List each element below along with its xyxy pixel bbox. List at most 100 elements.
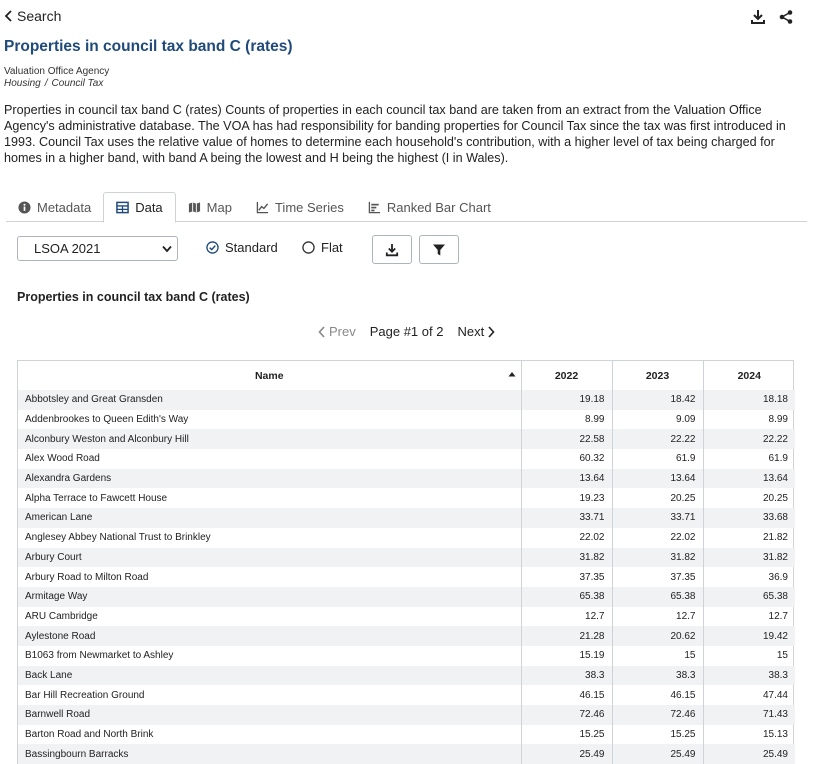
- filter-icon: [433, 244, 445, 255]
- cell-name[interactable]: Barton Road and North Brink: [18, 725, 521, 745]
- breadcrumb-item-housing[interactable]: Housing: [4, 78, 41, 89]
- cell-value: 25.49: [702, 744, 795, 764]
- publisher-name: Valuation Office Agency: [4, 66, 110, 77]
- cell-name[interactable]: Anglesey Abbey National Trust to Brinkle…: [18, 528, 521, 548]
- tab-label: Metadata: [37, 199, 92, 215]
- table-row: Arbury Court 31.82 31.82 31.82: [18, 547, 795, 568]
- cell-value: 22.22: [611, 429, 703, 450]
- column-header-2023[interactable]: 2023: [611, 361, 703, 390]
- column-header-label: Name: [254, 369, 284, 382]
- cell-name[interactable]: Bar Hill Recreation Ground: [18, 685, 521, 705]
- data-controls: LSOA 2021 Standard Flat: [17, 235, 797, 264]
- cell-value: 33.71: [520, 508, 612, 528]
- cell-name[interactable]: Barnwell Road: [18, 705, 521, 725]
- cell-name[interactable]: Addenbrookes to Queen Edith's Way: [18, 410, 521, 430]
- cell-value: 31.82: [611, 547, 703, 568]
- share-icon[interactable]: [778, 9, 794, 25]
- cell-name[interactable]: Armitage Way: [18, 586, 521, 607]
- cell-value: 22.22: [702, 429, 795, 450]
- cell-value: 13.64: [520, 468, 612, 489]
- cell-name[interactable]: Abbotsley and Great Gransden: [18, 390, 521, 410]
- download-icon[interactable]: [750, 9, 766, 25]
- cell-value: 15: [702, 645, 795, 666]
- cell-value: 21.82: [702, 527, 795, 548]
- dataset-description: Properties in council tax band C (rates)…: [4, 103, 786, 165]
- radio-standard[interactable]: Standard: [206, 240, 278, 255]
- cell-value: 72.46: [520, 705, 612, 725]
- tab-map[interactable]: Map: [176, 192, 244, 222]
- column-header-2022[interactable]: 2022: [520, 361, 612, 390]
- column-header-label: 2024: [737, 369, 761, 382]
- download-data-button[interactable]: [372, 235, 412, 264]
- cell-value: 12.7: [611, 606, 703, 627]
- column-header-2024[interactable]: 2024: [702, 361, 795, 390]
- tab-time-series[interactable]: Time Series: [244, 192, 356, 222]
- cell-value: 61.9: [702, 449, 795, 469]
- chevron-down-icon: [162, 245, 172, 253]
- page-title: Properties in council tax band C (rates): [4, 38, 293, 55]
- cell-value: 15.19: [520, 645, 612, 666]
- geography-select-value: LSOA 2021: [34, 241, 101, 256]
- view-tabs: Metadata Data Map Time Series Ranked Bar…: [6, 192, 807, 223]
- filter-button[interactable]: [419, 235, 459, 264]
- cell-value: 46.15: [611, 685, 703, 705]
- cell-name[interactable]: Arbury Court: [18, 547, 521, 568]
- cell-name[interactable]: Alconbury Weston and Alconbury Hill: [18, 429, 521, 450]
- column-header-label: 2023: [645, 369, 670, 382]
- cell-value: 20.25: [702, 488, 795, 509]
- cell-value: 60.32: [520, 449, 612, 469]
- chevron-right-icon: [488, 325, 495, 338]
- cell-value: 18.18: [702, 390, 795, 410]
- cell-name[interactable]: Arbury Road to Milton Road: [18, 567, 521, 587]
- cell-name[interactable]: B1063 from Newmarket to Ashley: [18, 646, 521, 666]
- cell-value: 9.09: [611, 409, 703, 430]
- cell-name[interactable]: Bassingbourn Barracks: [18, 744, 521, 764]
- table-row: Back Lane 38.3 38.3 38.3: [18, 665, 795, 686]
- cell-value: 37.35: [520, 567, 612, 587]
- table-row: ARU Cambridge 12.7 12.7 12.7: [18, 606, 795, 627]
- tab-data[interactable]: Data: [103, 192, 176, 223]
- breadcrumb-item-council-tax[interactable]: Council Tax: [51, 78, 103, 89]
- bar-chart-icon: [368, 201, 380, 213]
- table-row: Alconbury Weston and Alconbury Hill 22.58…: [18, 429, 795, 450]
- table-row: B1063 from Newmarket to Ashley 15.19 15 15: [18, 645, 795, 666]
- chevron-left-icon: [318, 325, 325, 338]
- table-row: Arbury Road to Milton Road 37.35 37.35 36.9: [18, 567, 795, 587]
- table-row: Anglesey Abbey National Trust to Brinkle…: [18, 527, 795, 548]
- cell-name[interactable]: Alpha Terrace to Fawcett House: [18, 488, 521, 508]
- tab-metadata[interactable]: Metadata: [6, 192, 103, 222]
- back-label: Search: [17, 8, 62, 24]
- cell-name[interactable]: American Lane: [18, 508, 521, 528]
- cell-value: 46.15: [520, 685, 612, 705]
- cell-value: 20.62: [611, 626, 703, 646]
- tab-ranked-bar-chart[interactable]: Ranked Bar Chart: [356, 192, 503, 222]
- radio-standard-label: Standard: [225, 240, 278, 255]
- cell-value: 22.58: [520, 429, 612, 450]
- column-header-name[interactable]: Name: [18, 361, 521, 390]
- cell-name[interactable]: Alex Wood Road: [18, 449, 521, 469]
- column-header-label: 2022: [554, 369, 579, 382]
- cell-value: 31.82: [520, 547, 612, 568]
- back-to-search-link[interactable]: Search: [4, 8, 61, 24]
- geography-select[interactable]: LSOA 2021: [17, 236, 178, 261]
- cell-name[interactable]: Aylestone Road: [18, 626, 521, 646]
- table-row: American Lane 33.71 33.71 33.68: [18, 508, 795, 528]
- cell-name[interactable]: Alexandra Gardens: [18, 468, 521, 489]
- cell-value: 61.9: [611, 449, 703, 469]
- cell-value: 22.02: [520, 527, 612, 548]
- next-page-button[interactable]: Next: [457, 324, 495, 339]
- cell-value: 71.43: [702, 705, 795, 725]
- cell-name[interactable]: Back Lane: [18, 665, 521, 686]
- cell-name[interactable]: ARU Cambridge: [18, 607, 521, 627]
- cell-value: 65.38: [611, 586, 703, 607]
- radio-flat[interactable]: Flat: [302, 240, 343, 255]
- sort-ascending-icon: [508, 372, 515, 377]
- table-row: Barnwell Road 72.46 72.46 71.43: [18, 705, 795, 725]
- radio-unchecked-icon: [302, 241, 315, 254]
- cell-value: 33.71: [611, 508, 703, 528]
- table-row: Alexandra Gardens 13.64 13.64 13.64: [18, 468, 795, 489]
- cell-value: 8.99: [520, 409, 612, 430]
- prev-page-button[interactable]: Prev: [318, 324, 356, 339]
- table-row: Addenbrookes to Queen Edith's Way 8.99 9.0…: [18, 409, 795, 430]
- cell-value: 31.82: [702, 547, 795, 568]
